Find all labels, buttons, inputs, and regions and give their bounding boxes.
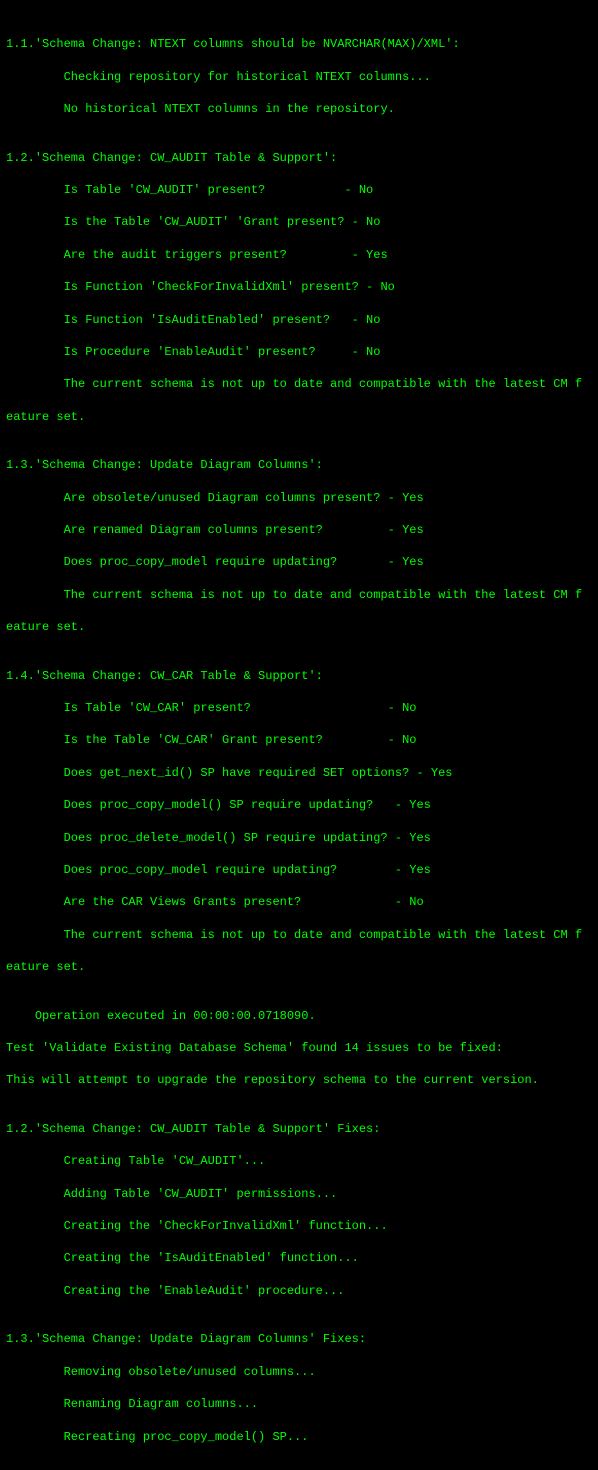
terminal-line: Is Procedure 'EnableAudit' present? - No: [6, 344, 592, 360]
terminal-line: Checking repository for historical NTEXT…: [6, 69, 592, 85]
terminal-line: Creating Table 'CW_AUDIT'...: [6, 1153, 592, 1169]
terminal-line: Is Function 'IsAuditEnabled' present? - …: [6, 312, 592, 328]
terminal-line: Recreating proc_copy_model() SP...: [6, 1429, 592, 1445]
terminal-line: Is Function 'CheckForInvalidXml' present…: [6, 279, 592, 295]
terminal-line: Are the audit triggers present? - Yes: [6, 247, 592, 263]
terminal-line: No historical NTEXT columns in the repos…: [6, 101, 592, 117]
terminal-window: 1.1.'Schema Change: NTEXT columns should…: [0, 0, 598, 1470]
terminal-line: The current schema is not up to date and…: [6, 376, 592, 392]
terminal-line: 1.2.'Schema Change: CW_AUDIT Table & Sup…: [6, 1121, 592, 1137]
terminal-line: Are renamed Diagram columns present? - Y…: [6, 522, 592, 538]
terminal-line: Is Table 'CW_AUDIT' present? - No: [6, 182, 592, 198]
terminal-content: 1.1.'Schema Change: NTEXT columns should…: [6, 36, 592, 1470]
terminal-line: Does proc_copy_model() SP require updati…: [6, 797, 592, 813]
terminal-line: eature set.: [6, 409, 592, 425]
terminal-line: 1.2.'Schema Change: CW_AUDIT Table & Sup…: [6, 150, 592, 166]
terminal-line: The current schema is not up to date and…: [6, 927, 592, 943]
terminal-line: Adding Table 'CW_AUDIT' permissions...: [6, 1186, 592, 1202]
terminal-line: Creating the 'IsAuditEnabled' function..…: [6, 1250, 592, 1266]
terminal-line: Test 'Validate Existing Database Schema'…: [6, 1040, 592, 1056]
terminal-line: 1.4.'Schema Change: CW_CAR Table & Suppo…: [6, 668, 592, 684]
terminal-line: Creating the 'EnableAudit' procedure...: [6, 1283, 592, 1299]
terminal-line: eature set.: [6, 619, 592, 635]
terminal-line: The current schema is not up to date and…: [6, 587, 592, 603]
terminal-line: Are the CAR Views Grants present? - No: [6, 894, 592, 910]
terminal-line: Does proc_copy_model require updating? -…: [6, 554, 592, 570]
terminal-line: This will attempt to upgrade the reposit…: [6, 1072, 592, 1088]
terminal-line: Operation executed in 00:00:00.0718090.: [6, 1008, 592, 1024]
terminal-line: Does get_next_id() SP have required SET …: [6, 765, 592, 781]
terminal-line: 1.3.'Schema Change: Update Diagram Colum…: [6, 457, 592, 473]
terminal-line: 1.1.'Schema Change: NTEXT columns should…: [6, 36, 592, 52]
terminal-line: Does proc_copy_model require updating? -…: [6, 862, 592, 878]
terminal-line: 1.3.'Schema Change: Update Diagram Colum…: [6, 1331, 592, 1347]
terminal-line: Renaming Diagram columns...: [6, 1396, 592, 1412]
terminal-line: Is the Table 'CW_AUDIT' 'Grant present? …: [6, 214, 592, 230]
terminal-line: Creating the 'CheckForInvalidXml' functi…: [6, 1218, 592, 1234]
terminal-line: eature set.: [6, 959, 592, 975]
terminal-line: Is Table 'CW_CAR' present? - No: [6, 700, 592, 716]
terminal-line: Removing obsolete/unused columns...: [6, 1364, 592, 1380]
terminal-line: Does proc_delete_model() SP require upda…: [6, 830, 592, 846]
terminal-line: Are obsolete/unused Diagram columns pres…: [6, 490, 592, 506]
